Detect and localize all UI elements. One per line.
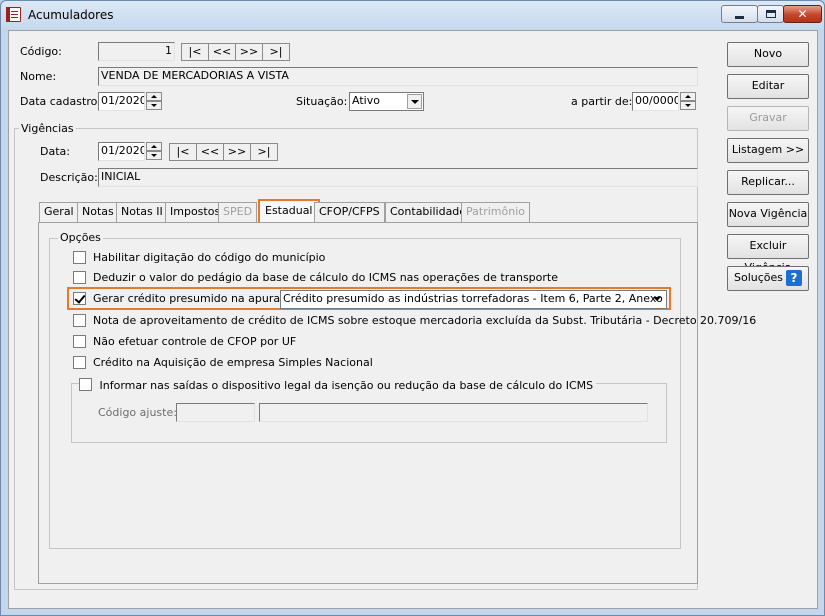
opcao-checkbox-3[interactable] xyxy=(73,314,86,327)
data-cadastro-label: Data cadastro: xyxy=(20,95,102,108)
codigo-ajuste-description[interactable] xyxy=(259,403,648,422)
credito-presumido-value: Crédito presumido as indústrias torrefad… xyxy=(283,292,667,305)
opcao-label-3: Nota de aproveitamento de crédito de ICM… xyxy=(93,314,757,327)
novo-button[interactable]: Novo xyxy=(727,42,809,67)
vig-data-spinner[interactable] xyxy=(146,142,162,161)
opcao-checkbox-2[interactable] xyxy=(73,292,86,305)
a-partir-label: a partir de: xyxy=(571,95,633,108)
app-icon xyxy=(6,7,21,22)
listagem-button[interactable]: Listagem >> xyxy=(727,138,809,163)
tab-impostos[interactable]: Impostos xyxy=(165,202,226,222)
informar-header: Informar nas saídas o dispositivo legal … xyxy=(79,376,597,392)
spin-up-icon[interactable] xyxy=(146,92,162,101)
minimize-icon xyxy=(735,16,744,19)
editar-button[interactable]: Editar xyxy=(727,74,809,99)
opcao-label-1: Deduzir o valor do pedágio da base de cá… xyxy=(93,271,559,284)
replicar-button[interactable]: Replicar... xyxy=(727,170,809,195)
maximize-icon xyxy=(766,10,776,18)
tab-geral[interactable]: Geral xyxy=(39,202,79,222)
situacao-label: Situação: xyxy=(296,95,348,108)
vig-first-button[interactable]: |< xyxy=(169,143,197,161)
vig-descricao-field[interactable]: INICIAL xyxy=(98,168,698,187)
codigo-ajuste-label: Código ajuste: xyxy=(98,406,177,419)
situacao-value: Ativo xyxy=(352,94,380,107)
spin-down-icon[interactable] xyxy=(146,101,162,110)
codigo-label: Código: xyxy=(20,45,62,58)
opcao-label-4: Não efetuar controle de CFOP por UF xyxy=(93,335,297,348)
nome-field[interactable]: VENDA DE MERCADORIAS A VISTA xyxy=(98,67,698,86)
situacao-select[interactable]: Ativo xyxy=(349,92,424,111)
credito-presumido-select[interactable]: Crédito presumido as indústrias torrefad… xyxy=(280,290,667,309)
opcao-label-5: Crédito na Aquisição de empresa Simples … xyxy=(93,356,373,369)
title-bar[interactable]: Acumuladores ✕ xyxy=(1,1,824,29)
opcao-label-0: Habilitar digitação do código do municíp… xyxy=(93,251,326,264)
chevron-down-icon[interactable] xyxy=(407,94,422,109)
tab-estadual[interactable]: Estadual xyxy=(258,199,320,224)
solucoes-button[interactable]: Soluções? xyxy=(727,266,809,291)
gravar-button: Gravar xyxy=(727,106,809,131)
codigo-ajuste-field[interactable] xyxy=(176,403,255,422)
vig-descricao-label: Descrição: xyxy=(40,171,98,184)
maximize-button[interactable] xyxy=(757,5,784,23)
tab-cfop-cfps[interactable]: CFOP/CFPS xyxy=(314,202,385,222)
next-record-button[interactable]: >> xyxy=(235,43,263,61)
vigencias-title: Vigências xyxy=(19,122,76,135)
tab-notas-ii[interactable]: Notas II xyxy=(116,202,168,222)
minimize-button[interactable] xyxy=(721,5,758,23)
vig-prev-button[interactable]: << xyxy=(196,143,224,161)
last-record-button[interactable]: >| xyxy=(262,43,290,61)
opcoes-title: Opções xyxy=(58,231,103,244)
informar-label: Informar nas saídas o dispositivo legal … xyxy=(99,379,594,392)
prev-record-button[interactable]: << xyxy=(208,43,236,61)
chevron-down-icon[interactable] xyxy=(650,292,665,307)
opcao-checkbox-4[interactable] xyxy=(73,335,86,348)
opcao-label-2: Gerar crédito presumido na apuração xyxy=(93,292,300,305)
opcao-checkbox-1[interactable] xyxy=(73,271,86,284)
spin-down-icon[interactable] xyxy=(146,151,162,160)
tab-sped: SPED xyxy=(218,202,258,222)
nome-label: Nome: xyxy=(20,70,57,83)
spin-up-icon[interactable] xyxy=(680,92,696,101)
excluir-vigencia-button[interactable]: Excluir Vigência xyxy=(727,234,809,274)
data-cadastro-field[interactable]: 01/2020 xyxy=(98,92,145,111)
vig-data-label: Data: xyxy=(40,145,70,158)
close-button[interactable]: ✕ xyxy=(783,5,822,23)
tab-patrimonio: Patrimônio xyxy=(461,202,530,222)
vig-data-field[interactable]: 01/2020 xyxy=(98,142,145,161)
codigo-field[interactable]: 1 xyxy=(98,42,175,61)
tab-notas[interactable]: Notas xyxy=(77,202,119,222)
tab-contabilidade[interactable]: Contabilidade xyxy=(385,202,472,222)
opcao-checkbox-0[interactable] xyxy=(73,251,86,264)
close-icon: ✕ xyxy=(797,7,808,21)
app-window: Acumuladores ✕ Código: 1 |< << >> >| Nom… xyxy=(0,0,825,616)
nova-vigencia-button[interactable]: Nova Vigência xyxy=(727,202,809,227)
informar-checkbox[interactable] xyxy=(79,378,92,391)
vig-next-button[interactable]: >> xyxy=(223,143,251,161)
help-icon: ? xyxy=(786,270,803,286)
client-area: Código: 1 |< << >> >| Nome: VENDA DE MER… xyxy=(8,30,818,609)
a-partir-field[interactable]: 00/0000 xyxy=(632,92,679,111)
window-title: Acumuladores xyxy=(28,8,114,22)
solucoes-label: Soluções xyxy=(733,271,784,284)
spin-up-icon[interactable] xyxy=(146,142,162,151)
a-partir-spinner[interactable] xyxy=(680,92,696,111)
spin-down-icon[interactable] xyxy=(680,101,696,110)
vig-last-button[interactable]: >| xyxy=(250,143,278,161)
data-cadastro-spinner[interactable] xyxy=(146,92,162,111)
first-record-button[interactable]: |< xyxy=(181,43,209,61)
opcao-checkbox-5[interactable] xyxy=(73,356,86,369)
